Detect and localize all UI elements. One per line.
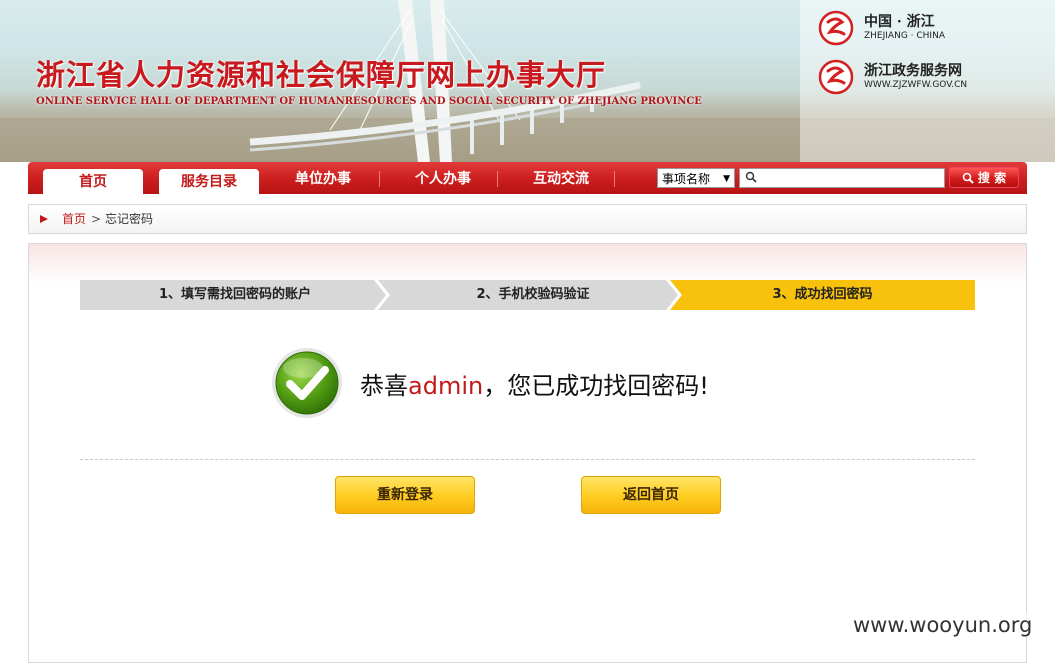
- watermark: www.wooyun.org: [849, 613, 1037, 637]
- content-divider: [80, 459, 975, 460]
- step-1: 1、填写需找回密码的账户: [80, 280, 390, 310]
- nav-divider: [614, 171, 615, 187]
- step-2-label: 2、手机校验码验证: [476, 287, 590, 302]
- step-3-active: 3、成功找回密码: [670, 280, 975, 310]
- site-subtitle: ONLINE SERVICE HALL OF DEPARTMENT OF HUM…: [36, 96, 702, 107]
- search-input[interactable]: [739, 168, 945, 188]
- search-icon: [745, 171, 757, 183]
- logo-gov-line2: WWW.ZJZWFW.GOV.CN: [864, 80, 968, 90]
- zhejiang-emblem-icon: [818, 10, 854, 46]
- success-prefix: 恭喜: [360, 372, 408, 400]
- progress-steps: 1、填写需找回密码的账户 2、手机校验码验证 3、成功找回密码: [80, 280, 975, 310]
- step-1-label: 1、填写需找回密码的账户: [158, 287, 312, 302]
- site-title: 浙江省人力资源和社会保障厅网上办事大厅: [36, 58, 607, 92]
- step-3-label: 3、成功找回密码: [772, 287, 873, 302]
- step-chevron-icon: [370, 280, 390, 310]
- search-button-label: 搜 索: [977, 171, 1007, 185]
- relogin-button[interactable]: 重新登录: [335, 476, 475, 514]
- back-home-button[interactable]: 返回首页: [581, 476, 721, 514]
- nav-unit-affairs[interactable]: 单位办事: [267, 162, 379, 194]
- search-button[interactable]: 搜 索: [949, 167, 1019, 188]
- search-icon: [962, 172, 974, 184]
- nav-service-catalog[interactable]: 服务目录: [159, 169, 259, 194]
- logo-gov-line1: 浙江政务服务网: [864, 63, 962, 79]
- breadcrumb-home-link[interactable]: 首页: [62, 205, 86, 234]
- logo-china-line1: 中国 · 浙江: [864, 14, 935, 30]
- step-chevron-icon: [662, 280, 686, 310]
- nav-interaction[interactable]: 互动交流: [498, 162, 624, 194]
- success-message: 恭喜admin，您已成功找回密码!: [360, 366, 709, 401]
- success-suffix: ，您已成功找回密码!: [483, 372, 709, 400]
- breadcrumb-arrow-icon: [40, 215, 48, 223]
- dropdown-arrow-icon: ▼: [723, 174, 730, 184]
- search-type-select[interactable]: 事项名称 ▼: [657, 168, 735, 188]
- logo-china-line2: ZHEJIANG · CHINA: [864, 31, 945, 41]
- nav-home[interactable]: 首页: [43, 169, 143, 194]
- search-type-value: 事项名称: [662, 172, 711, 186]
- main-nav: 首页 服务目录 单位办事 个人办事 互动交流 事项名称 ▼ 搜 索: [28, 162, 1027, 194]
- breadcrumb: 首页 > 忘记密码: [28, 204, 1027, 234]
- step-2: 2、手机校验码验证: [378, 280, 688, 310]
- breadcrumb-separator: >: [91, 212, 102, 226]
- header-banner: 浙江省人力资源和社会保障厅网上办事大厅 ONLINE SERVICE HALL …: [0, 0, 1055, 162]
- nav-personal-affairs[interactable]: 个人办事: [380, 162, 506, 194]
- zhejiang-emblem-icon: [818, 59, 854, 95]
- success-check-icon: [272, 348, 342, 418]
- breadcrumb-current: 忘记密码: [105, 212, 154, 226]
- success-username: admin: [408, 372, 484, 400]
